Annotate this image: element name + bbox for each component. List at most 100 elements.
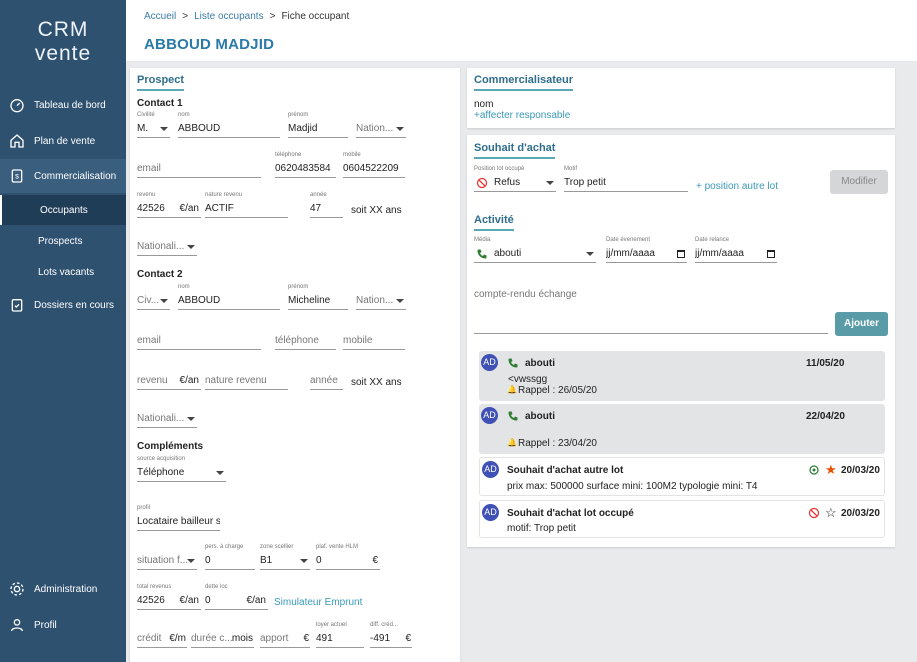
activity-entry[interactable]: AD abouti 11/05/20 <vwssgg 🔔 Rappel : 26… <box>479 351 885 401</box>
calendar-icon[interactable] <box>767 250 775 258</box>
activity-date: 22/04/20 <box>806 411 845 422</box>
apport-field[interactable]: apport € <box>260 632 310 648</box>
revenu2-field[interactable]: revenu €/an <box>137 374 201 390</box>
field-label: nom <box>178 112 190 118</box>
field-label: revenu <box>137 192 156 198</box>
sub-label: Lots vacants <box>38 266 95 278</box>
avatar: AD <box>481 407 498 424</box>
activity-entry[interactable]: AD Souhait d'achat lot occupé ☆ 20/03/20… <box>479 500 885 538</box>
situation-select[interactable]: situation f... <box>137 554 197 570</box>
prenom2-input[interactable]: Micheline <box>288 294 348 310</box>
total-revenus-field[interactable]: 42526 €/an <box>137 594 201 610</box>
nav-profil[interactable]: Profil <box>0 608 126 642</box>
telephone-field[interactable]: 0620483584 <box>275 162 336 178</box>
page-title: ABBOUD MADJID <box>144 36 275 53</box>
activity-entry[interactable]: AD abouti 22/04/20 🔔 Rappel : 23/04/20 <box>479 404 885 454</box>
unit: mois <box>231 633 253 644</box>
diff-credit-field[interactable]: -491 € <box>370 632 412 648</box>
sidebar-item-prospects[interactable]: Prospects <box>0 226 126 256</box>
field-label: plaf. vente HLM <box>316 544 359 550</box>
field-label: source acquisition <box>137 456 186 462</box>
nature-revenu2-field[interactable]: nature revenu <box>205 374 288 390</box>
position-lot-select[interactable]: Refus <box>474 176 556 192</box>
nav-tableau-de-bord[interactable]: Tableau de bord <box>0 88 126 122</box>
zone-scellier-select[interactable]: B1 <box>260 554 310 570</box>
nav-dossiers-en-cours[interactable]: Dossiers en cours <box>0 288 126 322</box>
star-outline-icon[interactable]: ☆ <box>825 505 837 521</box>
unit: € <box>303 633 309 644</box>
breadcrumb-liste-occupants[interactable]: Liste occupants <box>194 11 264 22</box>
sidebar-item-occupants[interactable]: Occupants <box>0 195 126 225</box>
nav-label: Profil <box>34 619 57 631</box>
field-label: Civilité <box>137 112 155 118</box>
revenu-field[interactable]: 42526 €/an <box>137 202 201 218</box>
civilite-select[interactable]: M. <box>137 122 170 138</box>
activity-details: motif: Trop petit <box>507 523 576 534</box>
refus-icon <box>476 177 488 191</box>
dette-loc-field[interactable]: 0 €/an <box>205 594 268 610</box>
prenom-input[interactable]: Madjid <box>288 122 348 138</box>
field-label: Média <box>474 237 491 243</box>
loyer-actuel-field[interactable]: 491 <box>316 632 364 648</box>
date-evenement-input[interactable]: jj/mm/aaaa <box>606 247 687 263</box>
nav-plan-de-vente[interactable]: Plan de vente <box>0 124 126 158</box>
mobile-field[interactable]: 0604522209 <box>343 162 405 178</box>
source-acquisition-select[interactable]: Téléphone <box>137 466 226 482</box>
dollar-icon: $ <box>0 168 34 184</box>
nom2-input[interactable]: ABBOUD <box>178 294 280 310</box>
email-field[interactable]: email <box>137 162 261 178</box>
ajouter-button[interactable]: Ajouter <box>835 312 888 336</box>
activity-details: prix max: 500000 surface mini: 100M2 typ… <box>507 481 758 492</box>
breadcrumb-current: Fiche occupant <box>281 11 350 22</box>
nation2-select[interactable]: Nation... <box>356 294 406 310</box>
activity-note: <vwssgg <box>508 374 548 385</box>
activity-entry[interactable]: AD Souhait d'achat autre lot ★ 20/03/20 … <box>479 457 885 496</box>
section-title: Commercialisateur <box>474 74 574 91</box>
position-autre-lot-link[interactable]: + position autre lot <box>696 181 778 192</box>
annee-field[interactable]: 47 <box>310 202 343 218</box>
sidebar-item-lots-vacants[interactable]: Lots vacants <box>0 257 126 287</box>
app-logo[interactable]: CRM vente <box>0 18 126 66</box>
phone-icon <box>507 410 519 425</box>
motif-field[interactable]: Trop petit <box>564 176 688 192</box>
nation-select[interactable]: Nation... <box>356 122 406 138</box>
affecter-responsable-link[interactable]: +affecter responsable <box>474 110 570 121</box>
field-label: loyer actuel <box>316 622 347 628</box>
compte-rendu-textarea[interactable]: compte-rendu échange <box>474 288 828 334</box>
mobile2-field[interactable]: mobile <box>343 334 405 350</box>
nature-revenu-field[interactable]: ACTIF <box>205 202 288 218</box>
nav-administration[interactable]: Administration <box>0 572 126 606</box>
calendar-icon[interactable] <box>677 250 685 258</box>
date-relance-input[interactable]: jj/mm/aaaa <box>695 247 777 263</box>
avatar: AD <box>481 354 498 371</box>
gear-icon <box>0 581 34 597</box>
section-title: Prospect <box>137 74 185 91</box>
telephone2-field[interactable]: téléphone <box>275 334 336 350</box>
field-label: nom <box>178 284 190 290</box>
modifier-button[interactable]: Modifier <box>830 170 888 194</box>
nom-input[interactable]: ABBOUD <box>178 122 280 138</box>
star-filled-icon[interactable]: ★ <box>825 462 837 478</box>
credit-field[interactable]: crédit €/m <box>137 632 187 648</box>
email2-field[interactable]: email <box>137 334 261 350</box>
annee2-field[interactable]: année <box>310 374 343 390</box>
unit: € <box>405 633 411 644</box>
home-icon <box>0 133 34 149</box>
field-label: dette loc <box>205 584 228 590</box>
breadcrumb-accueil[interactable]: Accueil <box>144 11 176 22</box>
plafond-vente-field[interactable]: 0 € <box>316 554 380 570</box>
nationalite-select[interactable]: Nationali... <box>137 240 197 256</box>
logo-line1: CRM <box>37 18 89 41</box>
simulateur-emprunt-link[interactable]: Simulateur Emprunt <box>274 597 362 608</box>
age2-text: soit XX ans <box>351 377 402 388</box>
media-select[interactable]: abouti <box>474 247 596 263</box>
activity-title: Souhait d'achat lot occupé <box>507 508 634 519</box>
duree-field[interactable]: durée c... mois <box>191 632 254 648</box>
nav-commercialisation[interactable]: $ Commercialisation <box>0 159 126 193</box>
civilite2-select[interactable]: Civ... <box>137 294 170 310</box>
nationalite2-select[interactable]: Nationali... <box>137 412 197 428</box>
activity-title: Souhait d'achat autre lot <box>507 465 624 476</box>
pers-charge-field[interactable]: 0 <box>205 554 255 570</box>
field-label: Position lot occupé <box>474 166 525 172</box>
profil-field[interactable]: Locataire bailleur so <box>137 515 220 531</box>
